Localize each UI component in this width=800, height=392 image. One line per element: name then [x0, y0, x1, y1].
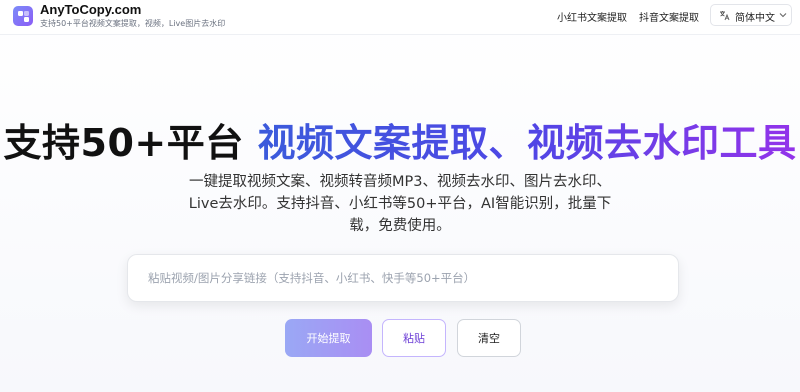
hero-description-line: 一键提取视频文案、视频转音频MP3、视频去水印、图片去水印、 [189, 174, 611, 190]
brand-tagline: 支持50+平台视频文案提取，视频，Live图片去水印 [40, 19, 226, 28]
hero-description-line: 载，免费使用。 [349, 218, 451, 234]
chevron-down-icon [779, 13, 787, 18]
top-navbar: AnyToCopy.com 支持50+平台视频文案提取，视频，Live图片去水印… [0, 0, 800, 35]
translate-icon [720, 11, 730, 21]
clear-button[interactable]: 清空 [457, 319, 521, 357]
hero-title-plain: 支持50+平台 [3, 121, 244, 165]
brand-logo[interactable] [13, 6, 33, 26]
hero-description-line: Live去水印。支持抖音、小红书等50+平台，AI智能识别，批量下 [188, 196, 612, 212]
start-extract-button[interactable]: 开始提取 [285, 319, 372, 357]
language-label: 简体中文 [735, 13, 775, 24]
share-link-input[interactable] [127, 254, 679, 302]
language-selector[interactable]: 简体中文 [710, 4, 792, 26]
hero-title-highlight: 视频文案提取、视频去水印工具 [257, 121, 797, 165]
logo-icon [17, 10, 29, 22]
nav-douyin-link[interactable]: 抖音文案提取 [639, 9, 699, 24]
paste-button[interactable]: 粘贴 [382, 319, 446, 357]
brand-name[interactable]: AnyToCopy.com [40, 2, 141, 17]
hero-title: 支持50+平台 视频文案提取、视频去水印工具 [0, 112, 800, 167]
hero-description: 一键提取视频文案、视频转音频MP3、视频去水印、图片去水印、 Live去水印。支… [170, 171, 630, 237]
nav-xiaohongshu-link[interactable]: 小红书文案提取 [557, 9, 627, 24]
